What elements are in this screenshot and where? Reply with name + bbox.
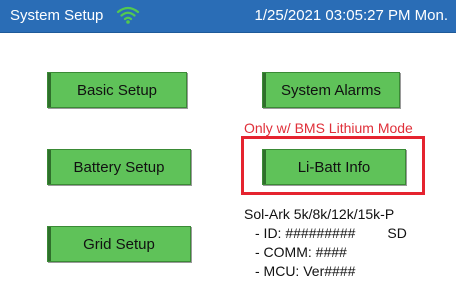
li-batt-info-button[interactable]: Li-Batt Info: [262, 149, 406, 185]
comm-value: - COMM: ####: [255, 244, 347, 260]
model-label: Sol-Ark 5k/8k/12k/15k-P: [244, 206, 395, 222]
id-row: - ID: ######### SD: [244, 224, 407, 243]
device-info: Sol-Ark 5k/8k/12k/15k-P - ID: ######### S…: [244, 205, 407, 281]
mcu-value: - MCU: Ver####: [255, 263, 356, 279]
system-setup-screen: System Setup 1/25/2021 03:05:27 PM Mon. …: [0, 0, 456, 291]
bms-lithium-note: Only w/ BMS Lithium Mode: [244, 120, 413, 136]
system-alarms-button[interactable]: System Alarms: [262, 72, 400, 108]
screen-title: System Setup: [10, 7, 104, 24]
battery-setup-button[interactable]: Battery Setup: [47, 149, 191, 185]
basic-setup-button[interactable]: Basic Setup: [47, 72, 187, 108]
grid-setup-button[interactable]: Grid Setup: [47, 226, 191, 262]
date-time: 1/25/2021 03:05:27 PM Mon.: [254, 7, 448, 24]
title-bar: System Setup 1/25/2021 03:05:27 PM Mon.: [0, 0, 456, 33]
wifi-icon: [116, 6, 140, 24]
sd-label: SD: [387, 225, 407, 241]
id-value: - ID: #########: [255, 225, 356, 241]
